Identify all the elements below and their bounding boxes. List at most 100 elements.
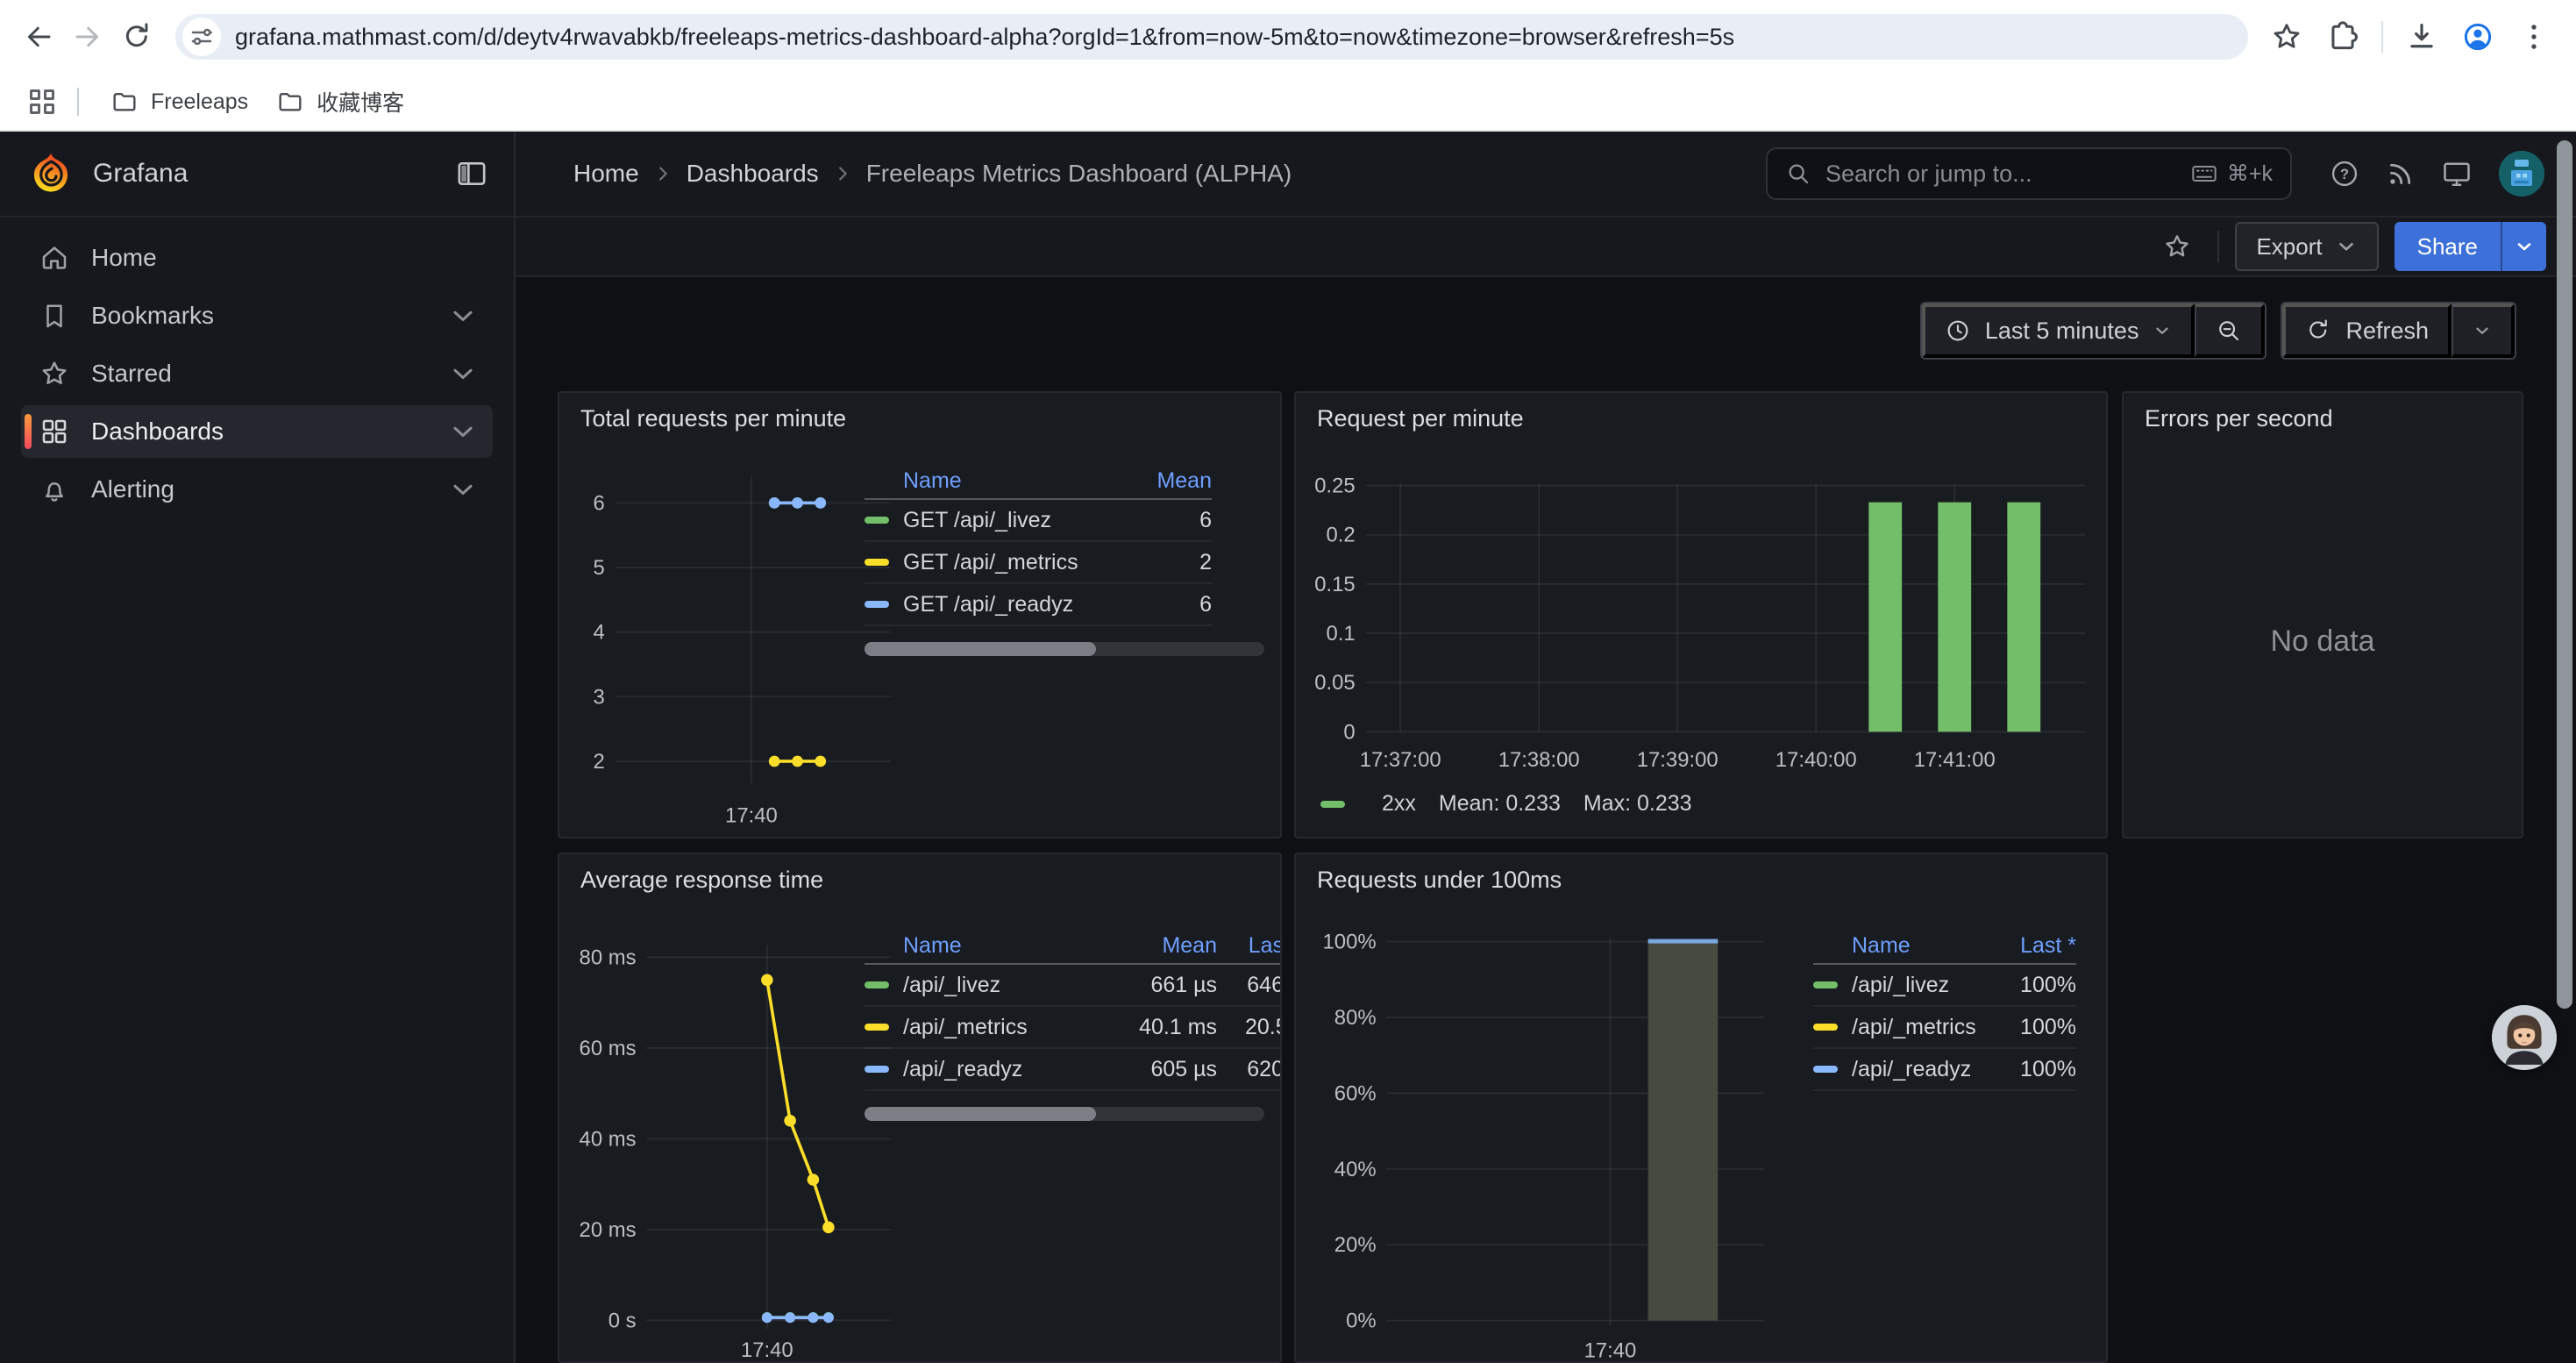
url-text[interactable]: grafana.mathmast.com/d/deytv4rwavabkb/fr… xyxy=(235,24,2238,51)
sidebar-item-bookmarks[interactable]: Bookmarks xyxy=(21,289,493,342)
panel-title[interactable]: Average response time xyxy=(580,867,823,894)
extensions-button[interactable] xyxy=(2318,12,2367,61)
breadcrumb-dashboards[interactable]: Dashboards xyxy=(687,160,819,188)
axis-tick-label: 4 xyxy=(593,621,604,645)
chart-request-per-minute[interactable]: 00.050.10.150.20.2517:37:0017:38:0017:39… xyxy=(1296,393,2106,838)
panel-title[interactable]: Errors per second xyxy=(2145,405,2333,432)
sidebar-item-starred[interactable]: Starred xyxy=(21,347,493,400)
downloads-button[interactable] xyxy=(2397,12,2446,61)
axis-tick-label: 17:40:00 xyxy=(1775,748,1857,772)
series-color-pill xyxy=(1813,1066,1838,1073)
dock-sidebar-icon[interactable] xyxy=(454,156,489,191)
clock-icon xyxy=(1945,318,1971,344)
bookmark-folder-blogs[interactable]: 收藏博客 xyxy=(262,81,418,123)
panel-title[interactable]: Request per minute xyxy=(1317,405,1524,432)
legend-column-header[interactable]: Las xyxy=(1245,933,1282,959)
legend-row[interactable]: /api/_livez100% xyxy=(1813,965,2076,1007)
legend-column-header[interactable]: Last * xyxy=(2018,933,2076,959)
axis-tick-label: 2 xyxy=(593,750,604,774)
user-avatar[interactable] xyxy=(2499,151,2544,196)
profile-button[interactable] xyxy=(2453,12,2502,61)
extensions-puzzle-icon xyxy=(2326,20,2359,54)
grafana-app: Grafana Home Bookmarks Starred xyxy=(0,132,2576,1363)
chevron-down-icon[interactable] xyxy=(447,300,479,332)
share-button[interactable]: Share xyxy=(2395,222,2501,271)
bookmark-star-button[interactable] xyxy=(2262,12,2311,61)
chevron-down-icon xyxy=(2153,321,2172,340)
sidebar-item-label: Home xyxy=(91,244,479,272)
site-settings-icon[interactable] xyxy=(182,18,221,56)
legend-row[interactable]: GET /api/_livez6 xyxy=(865,500,1212,542)
actions-divider xyxy=(2217,231,2219,262)
breadcrumb-home[interactable]: Home xyxy=(573,160,639,188)
series-point xyxy=(769,497,780,509)
sidebar-item-alerting[interactable]: Alerting xyxy=(21,463,493,516)
assistant-avatar-widget[interactable] xyxy=(2492,1005,2557,1070)
axis-tick-label: 17:38:00 xyxy=(1498,748,1580,772)
kiosk-mode-button[interactable] xyxy=(2429,146,2485,202)
legend-column-header[interactable]: Name xyxy=(1852,933,2018,959)
legend-row[interactable]: /api/_readyz100% xyxy=(1813,1049,2076,1091)
address-bar[interactable]: grafana.mathmast.com/d/deytv4rwavabkb/fr… xyxy=(175,14,2248,60)
legend-row[interactable]: GET /api/_metrics2 xyxy=(865,542,1212,584)
axis-tick-label: 0.1 xyxy=(1327,622,1356,646)
legend-column-header[interactable]: Mean xyxy=(1107,468,1212,494)
panel-title[interactable]: Total requests per minute xyxy=(580,405,846,432)
reload-button[interactable] xyxy=(112,12,161,61)
no-data-message: No data xyxy=(2124,624,2522,659)
time-range-picker[interactable]: Last 5 minutes xyxy=(1922,303,2195,358)
keyboard-shortcut: ⌘+k xyxy=(2190,160,2273,188)
forward-button[interactable] xyxy=(63,12,112,61)
sidebar-item-home[interactable]: Home xyxy=(21,232,493,284)
favorite-dashboard-button[interactable] xyxy=(2153,224,2202,269)
series-color-pill xyxy=(1320,801,1345,808)
chevron-down-icon[interactable] xyxy=(447,358,479,389)
search-input[interactable]: Search or jump to... ⌘+k xyxy=(1766,147,2292,200)
reload-icon xyxy=(121,21,153,53)
axis-tick-label: 17:37:00 xyxy=(1360,748,1441,772)
legend-row[interactable]: /api/_readyz605 µs620 xyxy=(865,1049,1282,1091)
axis-tick-label: 60% xyxy=(1334,1081,1377,1105)
panel-legend: NameMean Las/api/_livez661 µs646/api/_met… xyxy=(865,928,1282,1091)
bar xyxy=(1938,503,1971,732)
legend-column-header[interactable]: Mean xyxy=(1112,933,1217,959)
bookmark-folder-freeleaps[interactable]: Freeleaps xyxy=(96,82,262,121)
page-scrollbar[interactable] xyxy=(2557,140,2572,1009)
bookmark-star-icon xyxy=(2270,20,2303,54)
legend-row[interactable]: /api/_metrics100% xyxy=(1813,1007,2076,1049)
legend-row[interactable]: /api/_livez661 µs646 xyxy=(865,965,1282,1007)
chevron-down-icon[interactable] xyxy=(447,416,479,447)
series-color-pill xyxy=(865,981,889,988)
legend-row[interactable]: /api/_metrics40.1 ms20.5 r xyxy=(865,1007,1282,1049)
help-button[interactable]: ? xyxy=(2316,146,2373,202)
legend-scrollbar[interactable] xyxy=(865,642,1264,656)
refresh-interval-button[interactable] xyxy=(2451,303,2515,358)
series-line xyxy=(767,980,829,1227)
browser-menu-button[interactable] xyxy=(2509,12,2558,61)
panel-legend: NameMean GET /api/_livez6GET /api/_metric… xyxy=(865,463,1212,626)
back-button[interactable] xyxy=(14,12,63,61)
apps-grid-button[interactable] xyxy=(21,81,63,123)
legend-row[interactable]: GET /api/_readyz6 xyxy=(865,584,1212,626)
forward-icon xyxy=(72,21,103,53)
news-button[interactable] xyxy=(2373,146,2429,202)
bar xyxy=(1648,942,1719,1321)
refresh-button[interactable]: Refresh xyxy=(2282,303,2451,358)
chevron-down-icon[interactable] xyxy=(447,474,479,505)
axis-tick-label: 0 xyxy=(1343,720,1355,744)
series-color-pill xyxy=(865,559,889,566)
zoom-out-time-button[interactable] xyxy=(2195,303,2265,358)
share-menu-button[interactable] xyxy=(2501,222,2546,271)
series-point xyxy=(808,1174,820,1186)
legend-series-label[interactable]: 2xx xyxy=(1382,791,1416,817)
panel-title[interactable]: Requests under 100ms xyxy=(1317,867,1562,894)
legend-column-header[interactable]: Name xyxy=(903,468,1107,494)
legend-scrollbar[interactable] xyxy=(865,1107,1264,1121)
panel-requests-under-100ms: Requests under 100ms 0%20%40%60%80%100%1… xyxy=(1294,853,2108,1363)
chevron-down-icon xyxy=(2335,235,2358,258)
legend-column-header[interactable]: Name xyxy=(903,933,1112,959)
bookmarks-divider xyxy=(77,88,79,116)
axis-tick-label: 0 s xyxy=(608,1309,637,1332)
export-button[interactable]: Export xyxy=(2235,222,2378,271)
sidebar-item-dashboards[interactable]: Dashboards xyxy=(21,405,493,458)
